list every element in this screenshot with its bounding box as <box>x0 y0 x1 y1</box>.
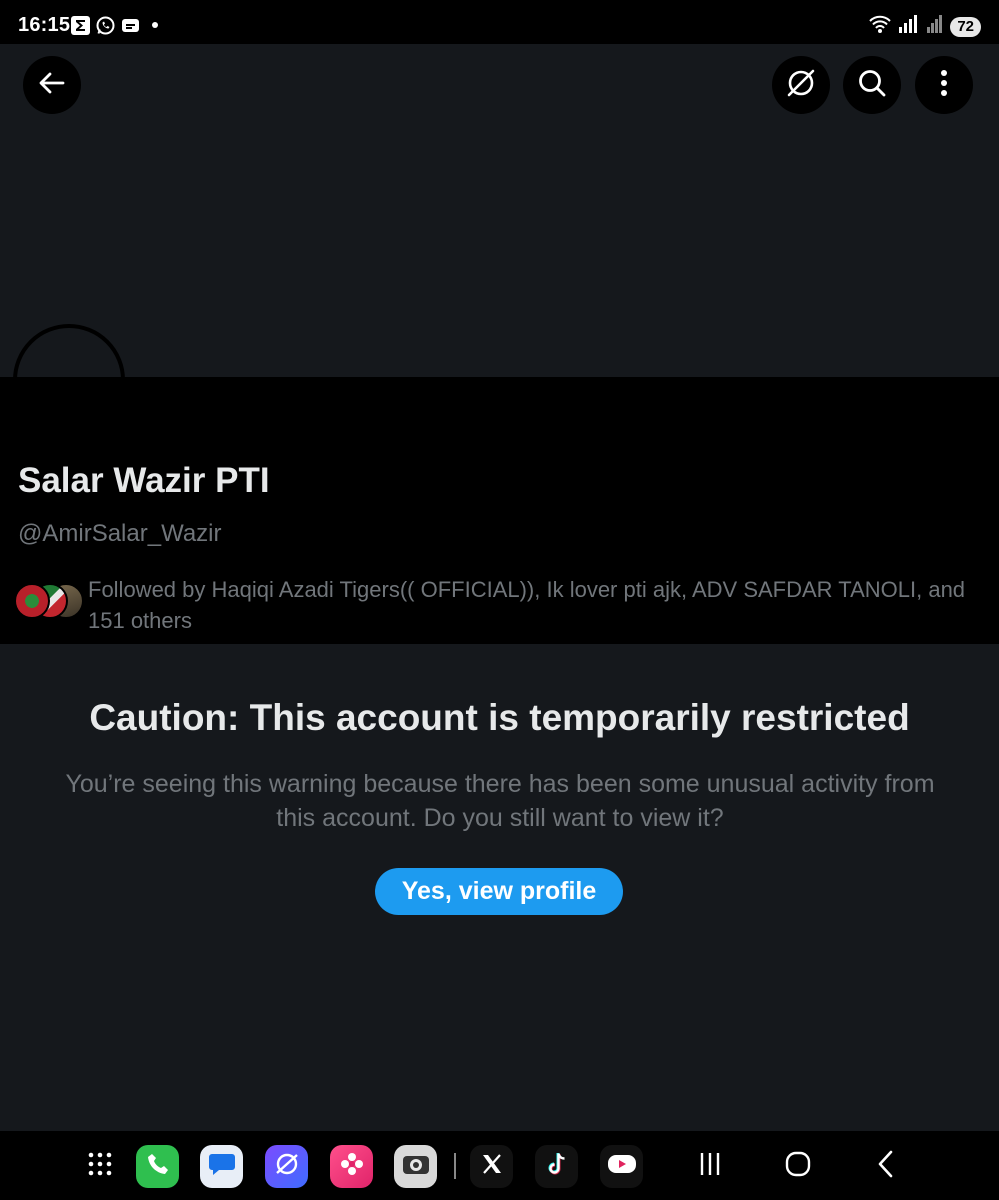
system-nav-bar <box>0 1131 999 1200</box>
username-handle: @AmirSalar_Wazir <box>18 520 222 547</box>
follower-avatar <box>14 583 50 619</box>
status-bar: 16:15 72 <box>0 0 999 44</box>
messages-icon <box>208 1151 236 1182</box>
profile-header-top <box>0 377 999 447</box>
recents-icon <box>697 1151 723 1182</box>
sigma-icon <box>70 15 90 35</box>
camera-app[interactable] <box>394 1145 437 1188</box>
messages-app[interactable] <box>200 1145 243 1188</box>
battery-level: 72 <box>950 16 981 37</box>
app-drawer-button[interactable] <box>78 1145 121 1188</box>
x-app-icon <box>480 1152 504 1181</box>
gallery-icon <box>339 1151 365 1182</box>
home-button[interactable] <box>776 1145 819 1188</box>
search-icon <box>857 68 887 103</box>
message-icon <box>120 15 140 35</box>
tiktok-icon <box>545 1151 569 1182</box>
whatsapp-icon <box>95 15 115 35</box>
camera-icon <box>402 1152 430 1181</box>
display-name: Salar Wazir PTI <box>18 461 270 500</box>
gallery-app[interactable] <box>330 1145 373 1188</box>
back-icon <box>875 1150 897 1183</box>
view-profile-button[interactable]: Yes, view profile <box>375 868 623 915</box>
nav-divider <box>454 1153 456 1179</box>
internet-icon <box>274 1151 300 1182</box>
phone-icon <box>146 1152 170 1181</box>
notification-icons <box>70 15 165 35</box>
more-button[interactable] <box>915 56 973 114</box>
warning-title: Caution: This account is temporarily res… <box>89 697 910 738</box>
back-arrow-icon <box>38 69 66 102</box>
grok-off-button[interactable] <box>772 56 830 114</box>
status-right: 72 <box>868 14 981 39</box>
search-button[interactable] <box>843 56 901 114</box>
phone-app[interactable] <box>136 1145 179 1188</box>
tiktok-app[interactable] <box>535 1145 578 1188</box>
wifi-icon <box>868 14 892 39</box>
video-player-icon <box>607 1153 637 1180</box>
app-drawer-icon <box>87 1151 113 1182</box>
warning-body: You’re seeing this warning because there… <box>65 770 935 832</box>
followed-by[interactable]: Followed by Haqiqi Azadi Tigers(( OFFICI… <box>14 574 974 636</box>
status-time: 16:15 <box>18 14 71 36</box>
followed-by-text: Followed by Haqiqi Azadi Tigers(( OFFICI… <box>88 577 966 633</box>
system-back-button[interactable] <box>864 1145 907 1188</box>
follower-avatars <box>14 583 86 623</box>
grok-off-icon <box>785 67 817 104</box>
more-vertical-icon <box>939 68 949 103</box>
x-app[interactable] <box>470 1145 513 1188</box>
signal-icon <box>898 14 920 39</box>
video-player-app[interactable] <box>600 1145 643 1188</box>
dot-icon <box>145 15 165 35</box>
signal-weak-icon <box>926 14 944 39</box>
home-icon <box>785 1151 811 1182</box>
internet-app[interactable] <box>265 1145 308 1188</box>
recents-button[interactable] <box>688 1145 731 1188</box>
back-button[interactable] <box>23 56 81 114</box>
